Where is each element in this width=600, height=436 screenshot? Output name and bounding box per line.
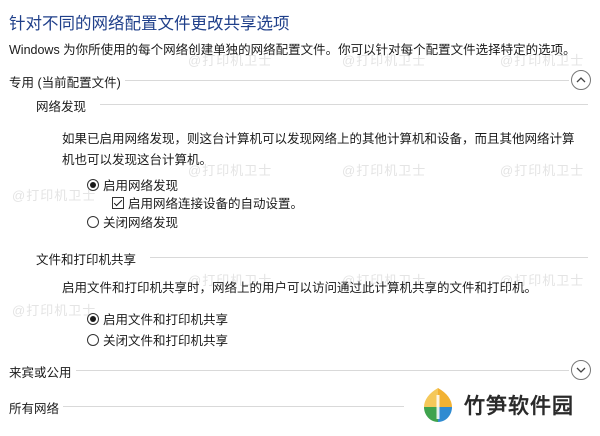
radio-selected-icon (87, 178, 99, 191)
page-title: 针对不同的网络配置文件更改共享选项 (9, 15, 290, 33)
radio-disable-network-discovery[interactable]: 关闭网络发现 (87, 212, 178, 231)
subsection-divider (150, 257, 588, 258)
page-subtitle: Windows 为你所使用的每个网络创建单独的网络配置文件。你可以针对每个配置文… (9, 43, 576, 57)
radio-unselected-icon (87, 215, 99, 228)
collapse-button-private[interactable] (571, 70, 591, 90)
radio-enable-network-discovery[interactable]: 启用网络发现 (87, 175, 178, 194)
section-divider (9, 406, 404, 407)
watermark: @打印机卫士 (12, 303, 97, 318)
bamboo-logo-icon (424, 388, 452, 422)
network-discovery-description: 如果已启用网络发现，则这台计算机可以发现网络上的其他计算机和设备，而且其他网络计… (62, 132, 575, 167)
expand-button-guest[interactable] (571, 360, 591, 380)
chevron-up-icon (576, 77, 586, 83)
section-divider (9, 370, 569, 371)
checkbox-checked-icon (112, 196, 124, 209)
section-label-guest[interactable]: 来宾或公用 (9, 362, 76, 381)
network-discovery-heading: 网络发现 (36, 96, 91, 115)
section-label-all-networks[interactable]: 所有网络 (9, 398, 64, 417)
section-label-private[interactable]: 专用 (当前配置文件) (9, 72, 125, 91)
file-printer-sharing-heading: 文件和打印机共享 (36, 249, 141, 268)
brand-logo: 竹笋软件园 (418, 385, 574, 425)
chevron-down-icon (576, 367, 586, 373)
watermark: @打印机卫士 (12, 188, 97, 203)
checkbox-auto-setup[interactable]: 启用网络连接设备的自动设置。 (112, 193, 303, 212)
file-printer-sharing-description: 启用文件和打印机共享时，网络上的用户可以访问通过此计算机共享的文件和打印机。 (62, 281, 538, 295)
radio-disable-file-sharing[interactable]: 关闭文件和打印机共享 (87, 330, 228, 349)
subsection-divider (100, 104, 588, 105)
brand-logo-text: 竹笋软件园 (464, 395, 574, 418)
radio-selected-icon (87, 312, 99, 325)
radio-enable-file-sharing[interactable]: 启用文件和打印机共享 (87, 309, 228, 328)
radio-unselected-icon (87, 333, 99, 346)
